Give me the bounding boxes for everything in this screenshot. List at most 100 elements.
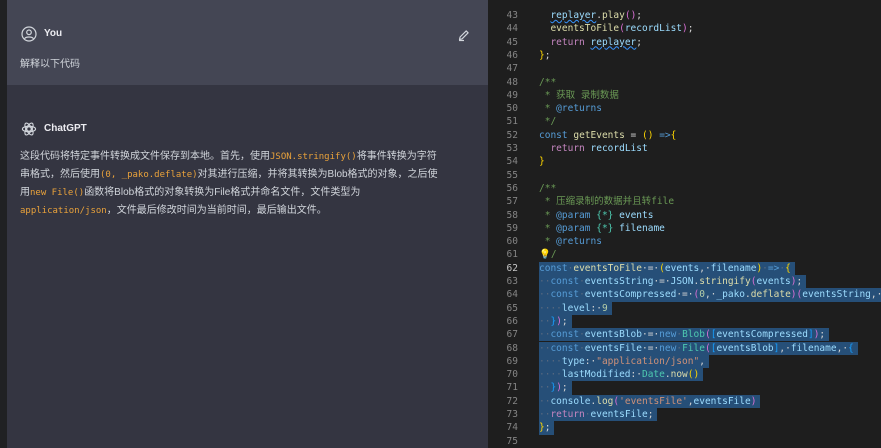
code-token: ; [544,49,551,61]
user-message: You 解释以下代码 [7,0,488,85]
code-token: eventsFile [584,342,642,354]
code-text: return replayer; [539,36,642,49]
code-token: ; [561,315,568,327]
code-token: ···· [539,369,562,381]
code-line[interactable]: 72 ··console.log('eventsFile',eventsFile) [488,394,881,408]
code-text: * 获取 录制数据 [539,89,619,102]
code-line[interactable]: 69 ····type:·"application/json", [488,354,881,369]
code-line[interactable]: 48 /** [488,76,881,89]
code-line[interactable]: 61 💡/ [488,248,881,261]
code-token: ; [687,23,694,35]
code-line[interactable]: 47 [488,62,881,75]
code-line[interactable]: 65 ····level:·9 [488,301,881,315]
code-token: /** [539,182,557,194]
code-line[interactable]: 55 [488,169,881,182]
code-line[interactable]: 75 [488,435,881,448]
code-token: => [659,129,671,141]
code-line[interactable]: 67 ··const·eventsBlob·=·new·Blob([eventsC… [488,328,881,342]
code-line[interactable]: 74}; [488,421,881,435]
line-number: 57 [506,196,518,208]
code-line[interactable]: 59 * @param {*} filename [488,222,881,235]
code-token: return [550,143,585,154]
code-line[interactable]: 71 ··}); [488,381,881,395]
line-number: 55 [506,169,518,181]
code-token: const [550,289,580,301]
code-token: ; [819,329,826,341]
code-token: @returns [556,103,602,115]
edit-message-button[interactable] [457,28,471,42]
code-token: events [756,276,791,287]
code-text: const getEvents = () =>{ [539,129,676,142]
code-token: ·=· [653,276,671,287]
code-editor[interactable]: 43 replayer.play(); 44 eventsToFile(recor… [488,0,881,448]
code-line[interactable]: 43 replayer.play(); [488,9,881,22]
assistant-message: ChatGPT [7,85,488,448]
code-token: ···· [539,302,562,314]
code-text: }; [539,421,550,434]
line-number: 72 [506,395,518,407]
code-token: const [550,276,580,287]
code-token: ·=· [641,262,660,274]
code-token: ,· [779,342,791,354]
code-line[interactable]: 44 eventsToFile(recordList); [488,22,881,35]
code-text: ··}); [539,315,568,328]
code-token: */ [539,116,557,128]
code-token: * [539,222,557,234]
code-line[interactable]: 49 * 获取 录制数据 [488,89,881,102]
code-text: 💡/ [539,248,557,261]
code-line[interactable]: 60 * @returns [488,235,881,248]
code-line[interactable]: 73 ··return·eventsFile; [488,408,881,422]
code-line[interactable]: 54} [488,155,881,168]
code-line[interactable]: 53 return recordList [488,142,881,155]
code-token: ·=· [642,329,660,341]
code-line[interactable]: 63 ··const·eventsString·=·JSON.stringify(… [488,275,881,289]
code-line[interactable]: 52 const getEvents = () =>{ [488,129,881,142]
code-token: = [624,129,642,141]
code-token: level [561,302,591,314]
line-number: 59 [506,222,518,234]
line-number: 61 [506,249,518,261]
code-line[interactable]: 64 ··const·eventsCompressed·=·(0,·_pako.d… [488,288,881,302]
code-line[interactable]: 45 return replayer; [488,36,881,49]
code-line[interactable]: 46}; [488,49,881,62]
assistant-name: ChatGPT [44,123,87,134]
line-number: 45 [506,36,518,48]
code-line[interactable]: 68 ··const·eventsFile·=·new·File([eventsB… [488,341,881,355]
code-token: const [539,129,568,141]
line-number: 53 [506,143,518,154]
code-line[interactable]: 50 * @returns [488,102,881,115]
code-token: ; [647,409,654,420]
code-text: ··const·eventsFile·=·new·File([eventsBlo… [539,342,854,355]
line-number: 64 [506,289,518,301]
code-token: ·· [539,395,551,407]
code-token: ·· [539,342,551,354]
line-number: 44 [506,23,518,35]
inline-code: application/json [20,206,107,216]
code-token: () [642,129,654,141]
line-number: 75 [506,435,518,447]
code-token: ,· [699,262,711,274]
line-number: 50 [506,103,518,115]
lightbulb-icon[interactable]: 💡 [539,249,551,260]
code-token: const [550,342,580,354]
code-token: filename [790,342,837,354]
code-token: File [682,342,705,354]
code-line[interactable]: 70 ····lastModified:·Date.now() [488,368,881,382]
code-line[interactable]: 56 /** [488,182,881,195]
code-token: events [664,262,700,274]
code-text: ··console.log('eventsFile',eventsFile) [539,395,756,408]
line-number: 56 [506,182,518,194]
code-token: eventsToFile [573,262,642,274]
code-token: _pako [716,289,746,301]
code-text: }; [539,49,550,62]
code-token: ·· [539,329,551,341]
code-line[interactable]: 57 * 压缩录制的数据并且转file [488,195,881,208]
code-token: eventsBlob [716,342,774,354]
code-line[interactable]: 62 const·eventsToFile·=·(events,·filename… [488,261,881,275]
code-line[interactable]: 58 * @param {*} events [488,209,881,222]
code-line[interactable]: 66 ··}); [488,314,881,329]
code-text: replayer.play(); [539,9,642,22]
code-token: new [659,342,677,354]
code-line[interactable]: 51 */ [488,115,881,128]
